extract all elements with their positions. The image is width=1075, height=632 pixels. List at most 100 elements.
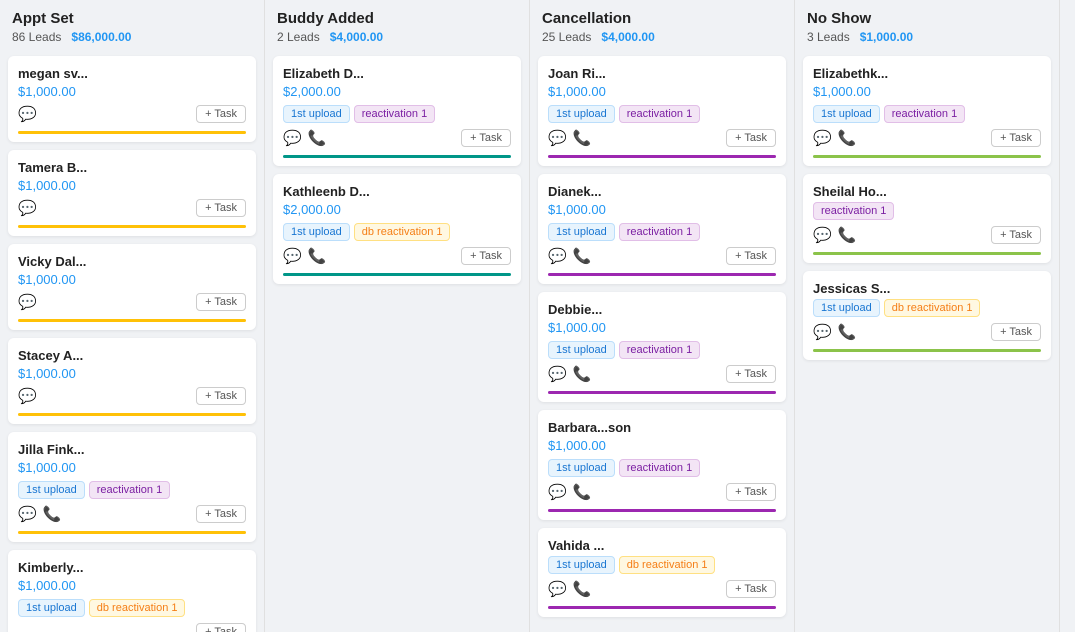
add-task-button[interactable]: + Task	[196, 293, 246, 311]
card: Debbie...$1,000.001st uploadreactivation…	[538, 292, 786, 402]
add-task-button[interactable]: + Task	[196, 505, 246, 523]
add-task-button[interactable]: + Task	[726, 365, 776, 383]
tag-upload[interactable]: 1st upload	[813, 105, 880, 123]
column-header-appt-set: Appt Set 86 Leads $86,000.00	[0, 0, 264, 52]
card-icons: 💬📞	[813, 323, 856, 341]
column-title: Cancellation	[542, 10, 782, 27]
add-task-button[interactable]: + Task	[461, 247, 511, 265]
add-task-button[interactable]: + Task	[991, 323, 1041, 341]
tag-reactivation[interactable]: reactivation 1	[619, 341, 700, 359]
card-icons: 💬📞	[548, 580, 591, 598]
card-footer: 💬 + Task	[18, 293, 246, 311]
tag-reactivation[interactable]: reactivation 1	[619, 459, 700, 477]
card-name: Tamera B...	[18, 160, 246, 175]
chat-icon[interactable]: 💬	[18, 105, 37, 123]
tag-upload[interactable]: 1st upload	[548, 341, 615, 359]
tag-upload[interactable]: 1st upload	[548, 105, 615, 123]
column-header-no-show: No Show 3 Leads $1,000.00	[795, 0, 1059, 52]
card: Joan Ri...$1,000.001st uploadreactivatio…	[538, 56, 786, 166]
add-task-button[interactable]: + Task	[991, 226, 1041, 244]
chat-icon[interactable]: 💬	[18, 199, 37, 217]
card: megan sv...$1,000.00💬+ Task	[8, 56, 256, 142]
card-amount: $1,000.00	[548, 84, 776, 99]
chat-icon[interactable]: 💬	[18, 293, 37, 311]
chat-icon[interactable]: 💬	[813, 226, 832, 244]
phone-icon[interactable]: 📞	[573, 365, 592, 383]
tag-upload[interactable]: 1st upload	[548, 556, 615, 574]
tag-reactivation[interactable]: reactivation 1	[884, 105, 965, 123]
tag-upload[interactable]: 1st upload	[18, 599, 85, 617]
card-footer: 💬 + Task	[18, 199, 246, 217]
phone-icon[interactable]: 📞	[838, 323, 857, 341]
tag-upload[interactable]: 1st upload	[18, 481, 85, 499]
tag-upload[interactable]: 1st upload	[283, 105, 350, 123]
chat-icon[interactable]: 💬	[283, 247, 302, 265]
add-task-button[interactable]: + Task	[196, 623, 246, 632]
card-name: Jessicas S...	[813, 281, 1041, 296]
chat-icon[interactable]: 💬	[548, 483, 567, 501]
tag-reactivation[interactable]: reactivation 1	[354, 105, 435, 123]
card-divider	[813, 349, 1041, 352]
card-icons: 💬	[18, 293, 37, 311]
card-divider	[813, 252, 1041, 255]
tag-upload[interactable]: 1st upload	[813, 299, 880, 317]
card-divider	[548, 391, 776, 394]
tag-db-reactivation[interactable]: db reactivation 1	[619, 556, 716, 574]
add-task-button[interactable]: + Task	[726, 247, 776, 265]
tag-upload[interactable]: 1st upload	[283, 223, 350, 241]
add-task-button[interactable]: + Task	[726, 483, 776, 501]
chat-icon[interactable]: 💬	[813, 129, 832, 147]
chat-icon[interactable]: 💬	[548, 247, 567, 265]
tag-reactivation[interactable]: reactivation 1	[89, 481, 170, 499]
card: Dianek...$1,000.001st uploadreactivation…	[538, 174, 786, 284]
card-footer: 💬 📞 + Task	[548, 247, 776, 265]
add-task-button[interactable]: + Task	[461, 129, 511, 147]
phone-icon[interactable]: 📞	[573, 129, 592, 147]
card-tags: 1st uploaddb reactivation 1	[548, 556, 776, 574]
chat-icon[interactable]: 💬	[548, 129, 567, 147]
card-tags: 1st uploadreactivation 1	[548, 459, 776, 477]
tag-reactivation[interactable]: reactivation 1	[619, 105, 700, 123]
column-cards-appt-set: megan sv...$1,000.00💬+ TaskTamera B...$1…	[0, 52, 264, 632]
tag-db-reactivation[interactable]: db reactivation 1	[354, 223, 451, 241]
card-footer: 💬 + Task	[18, 105, 246, 123]
card-tags: 1st uploaddb reactivation 1	[18, 599, 246, 617]
phone-icon[interactable]: 📞	[308, 129, 327, 147]
card: Jessicas S... 1st uploaddb reactivation 1…	[803, 271, 1051, 360]
tag-upload[interactable]: 1st upload	[548, 223, 615, 241]
phone-icon[interactable]: 📞	[308, 247, 327, 265]
card-name: Kathleenb D...	[283, 184, 511, 199]
column-meta: 2 Leads $4,000.00	[277, 30, 517, 44]
chat-icon[interactable]: 💬	[18, 505, 37, 523]
tag-reactivation[interactable]: reactivation 1	[813, 202, 894, 220]
add-task-button[interactable]: + Task	[196, 387, 246, 405]
tag-upload[interactable]: 1st upload	[548, 459, 615, 477]
card: Kimberly...$1,000.001st uploaddb reactiv…	[8, 550, 256, 632]
phone-icon[interactable]: 📞	[43, 505, 62, 523]
card-amount: $1,000.00	[18, 460, 246, 475]
chat-icon[interactable]: 💬	[548, 365, 567, 383]
phone-icon[interactable]: 📞	[838, 129, 857, 147]
add-task-button[interactable]: + Task	[196, 105, 246, 123]
card-amount: $1,000.00	[18, 84, 246, 99]
phone-icon[interactable]: 📞	[573, 483, 592, 501]
chat-icon[interactable]: 💬	[18, 387, 37, 405]
tag-db-reactivation[interactable]: db reactivation 1	[884, 299, 981, 317]
add-task-button[interactable]: + Task	[726, 129, 776, 147]
tag-reactivation[interactable]: reactivation 1	[619, 223, 700, 241]
add-task-button[interactable]: + Task	[991, 129, 1041, 147]
phone-icon[interactable]: 📞	[573, 247, 592, 265]
card-name: Elizabethk...	[813, 66, 1041, 81]
add-task-button[interactable]: + Task	[196, 199, 246, 217]
card: Jilla Fink...$1,000.001st uploadreactiva…	[8, 432, 256, 542]
tag-db-reactivation[interactable]: db reactivation 1	[89, 599, 186, 617]
card-amount: $1,000.00	[18, 178, 246, 193]
add-task-button[interactable]: + Task	[726, 580, 776, 598]
phone-icon[interactable]: 📞	[838, 226, 857, 244]
chat-icon[interactable]: 💬	[548, 580, 567, 598]
phone-icon[interactable]: 📞	[573, 580, 592, 598]
card-tags: 1st uploadreactivation 1	[18, 481, 246, 499]
card-icons: 💬📞	[18, 505, 61, 523]
chat-icon[interactable]: 💬	[813, 323, 832, 341]
chat-icon[interactable]: 💬	[283, 129, 302, 147]
